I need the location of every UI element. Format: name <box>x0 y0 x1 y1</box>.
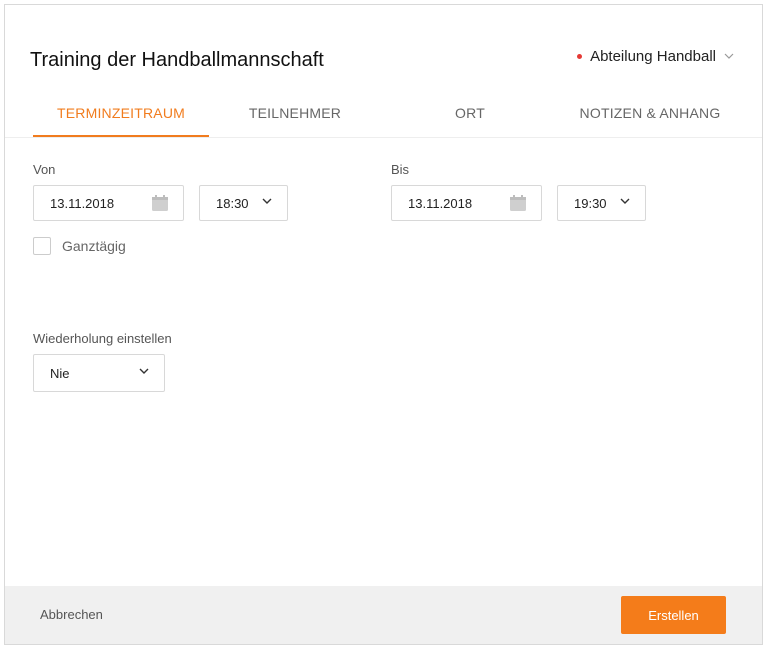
calendar-icon <box>510 195 526 211</box>
from-date-value: 13.11.2018 <box>50 195 115 211</box>
create-button[interactable]: Erstellen <box>621 596 726 634</box>
to-date-value: 13.11.2018 <box>408 195 473 211</box>
to-date-field[interactable]: 13.11.2018 <box>391 185 542 221</box>
chevron-down-icon <box>620 198 630 204</box>
tab-ort[interactable]: ORT <box>405 93 535 137</box>
tab-teilnehmer[interactable]: TEILNEHMER <box>225 93 365 137</box>
cancel-button[interactable]: Abbrechen <box>40 607 103 622</box>
department-label: Abteilung Handball <box>590 48 716 65</box>
event-dialog: Training der Handballmannschaft Abteilun… <box>4 4 763 645</box>
dialog-title: Training der Handballmannschaft <box>30 49 324 71</box>
to-time-value: 19:30 <box>574 195 607 211</box>
department-selector[interactable]: Abteilung Handball <box>577 48 734 65</box>
repeat-label: Wiederholung einstellen <box>33 331 172 346</box>
to-label: Bis <box>391 162 410 177</box>
calendar-icon <box>152 195 168 211</box>
chevron-down-icon <box>262 198 272 204</box>
from-label: Von <box>33 162 56 177</box>
dialog-footer: Abbrechen Erstellen <box>5 586 762 644</box>
from-date-field[interactable]: 13.11.2018 <box>33 185 184 221</box>
tab-terminzeitraum[interactable]: TERMINZEITRAUM <box>33 93 209 137</box>
repeat-value: Nie <box>50 365 70 381</box>
status-dot-icon <box>577 54 583 59</box>
tab-notizen-anhang[interactable]: NOTIZEN & ANHANG <box>565 93 735 137</box>
from-time-select[interactable]: 18:30 <box>199 185 288 221</box>
to-time-select[interactable]: 19:30 <box>557 185 646 221</box>
all-day-label: Ganztägig <box>62 238 126 254</box>
chevron-down-icon <box>139 368 149 374</box>
from-time-value: 18:30 <box>216 195 249 211</box>
chevron-down-icon <box>724 48 734 65</box>
tab-bar: TERMINZEITRAUM TEILNEHMER ORT NOTIZEN & … <box>5 93 762 138</box>
repeat-select[interactable]: Nie <box>33 354 165 392</box>
all-day-checkbox[interactable] <box>33 237 51 255</box>
